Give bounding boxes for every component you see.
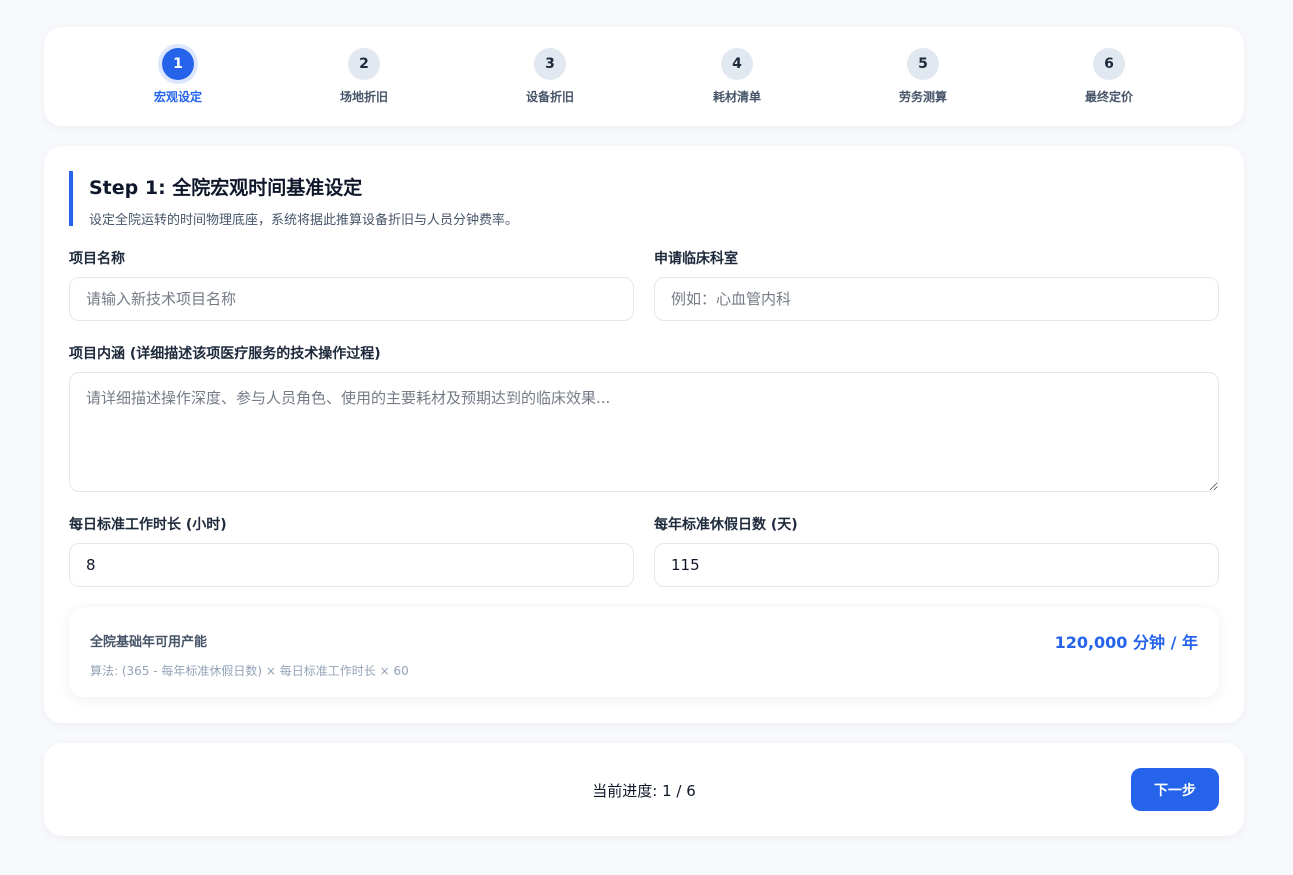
progress-indicator: 当前进度: 1 / 6: [592, 782, 696, 800]
step-label: 最终定价: [1084, 90, 1133, 104]
step-1[interactable]: 1 宏观设定: [118, 48, 238, 105]
project-description-textarea[interactable]: [69, 372, 1219, 492]
next-step-button[interactable]: 下一步: [1131, 768, 1219, 811]
capacity-value: 120,000 分钟 / 年: [1054, 633, 1198, 652]
step-number: 3: [534, 48, 566, 80]
step-3[interactable]: 3 设备折旧: [490, 48, 610, 105]
step-label: 设备折旧: [525, 90, 574, 104]
step-number: 1: [162, 48, 194, 80]
annual-holidays-input[interactable]: [654, 543, 1219, 587]
step-4[interactable]: 4 耗材清单: [677, 48, 797, 105]
step-label: 耗材清单: [712, 90, 761, 104]
project-name-label: 项目名称: [69, 251, 125, 267]
capacity-summary: 全院基础年可用产能 算法: (365 - 每年标准休假日数) × 每日标准工作时…: [69, 607, 1219, 697]
step-number: 5: [907, 48, 939, 80]
step-label: 宏观设定: [153, 90, 202, 104]
step-form-card: Step 1: 全院宏观时间基准设定 设定全院运转的时间物理底座，系统将据此推算…: [44, 146, 1244, 723]
step-label: 劳务测算: [898, 90, 947, 104]
step-number: 2: [348, 48, 380, 80]
step-number: 4: [721, 48, 753, 80]
step-number: 6: [1093, 48, 1125, 80]
department-input[interactable]: [654, 277, 1219, 321]
daily-hours-label: 每日标准工作时长 (小时): [69, 517, 227, 533]
capacity-label: 全院基础年可用产能: [90, 635, 208, 650]
stepper: 1 宏观设定 2 场地折旧 3 设备折旧 4 耗材清单 5 劳务测算 6 最终定…: [44, 27, 1244, 126]
section-description: 设定全院运转的时间物理底座，系统将据此推算设备折旧与人员分钟费率。: [89, 213, 519, 228]
project-name-input[interactable]: [69, 277, 634, 321]
project-description-label: 项目内涵 (详细描述该项医疗服务的技术操作过程): [69, 346, 381, 362]
step-label: 场地折旧: [339, 90, 388, 104]
step-2[interactable]: 2 场地折旧: [304, 48, 424, 105]
section-title: Step 1: 全院宏观时间基准设定: [89, 177, 363, 199]
section-header: Step 1: 全院宏观时间基准设定 设定全院运转的时间物理底座，系统将据此推算…: [69, 171, 519, 228]
department-label: 申请临床科室: [654, 251, 738, 267]
daily-hours-input[interactable]: [69, 543, 634, 587]
step-6[interactable]: 6 最终定价: [1049, 48, 1169, 105]
footer-bar: 当前进度: 1 / 6 下一步: [44, 743, 1244, 836]
annual-holidays-label: 每年标准休假日数 (天): [654, 517, 798, 533]
step-5[interactable]: 5 劳务测算: [863, 48, 983, 105]
capacity-formula: 算法: (365 - 每年标准休假日数) × 每日标准工作时长 × 60: [90, 664, 409, 678]
